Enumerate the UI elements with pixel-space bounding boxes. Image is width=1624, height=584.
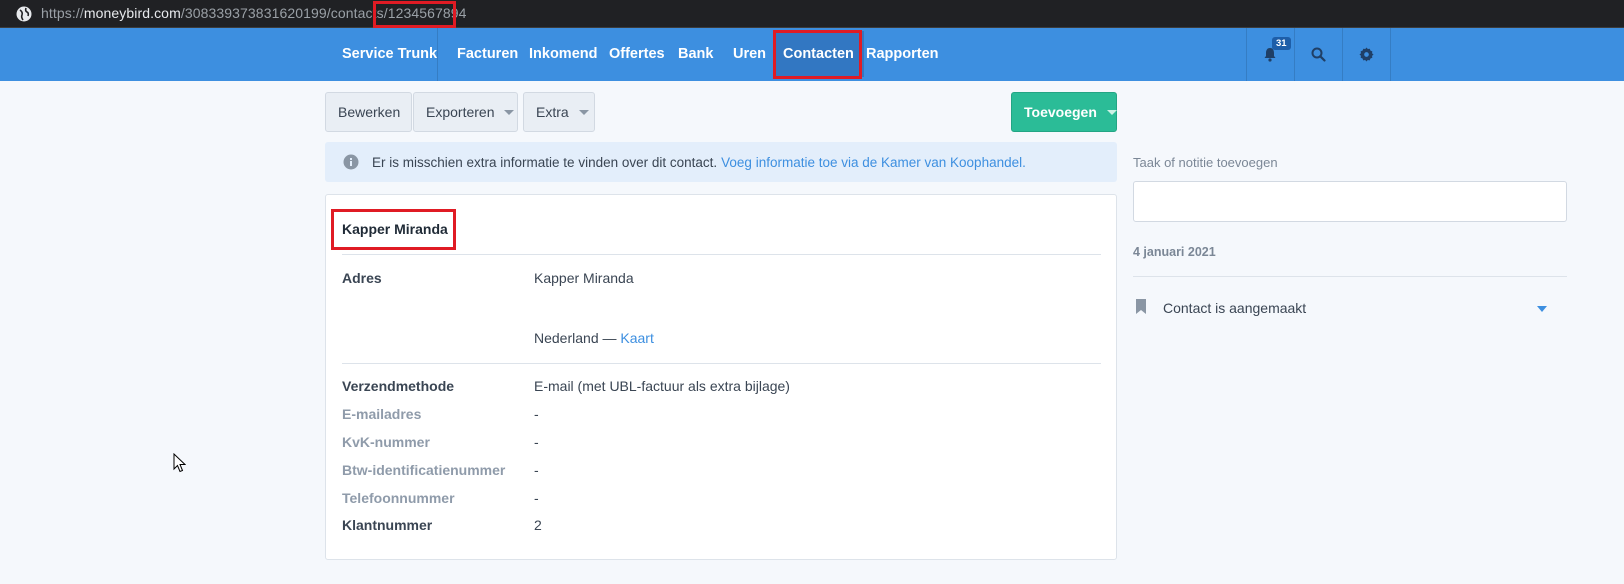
timeline-event[interactable]: Contact is aangemaakt [1133, 298, 1567, 320]
globe-icon [16, 6, 32, 22]
extra-label: Extra [536, 104, 569, 120]
export-label: Exporteren [426, 104, 495, 120]
nav-inkomend[interactable]: Inkomend [529, 28, 597, 81]
nav-bank[interactable]: Bank [678, 28, 713, 81]
gear-icon [1358, 47, 1374, 62]
note-input-label: Taak of notitie toevoegen [1133, 155, 1278, 170]
notification-badge: 31 [1272, 37, 1291, 50]
field-label-btw: Btw-identificatienummer [342, 462, 506, 478]
bookmark-icon [1136, 299, 1146, 314]
timeline-date: 4 januari 2021 [1133, 245, 1216, 259]
caret-down-icon [504, 109, 515, 115]
search-button[interactable] [1294, 28, 1342, 81]
divider [1133, 276, 1567, 277]
url-scheme: https:// [41, 5, 84, 21]
address-country: Nederland — Kaart [534, 330, 654, 346]
field-label-kvk: KvK-nummer [342, 434, 430, 450]
notifications-button[interactable]: 31 [1246, 28, 1294, 81]
address-label: Adres [342, 270, 382, 286]
nav-uren[interactable]: Uren [733, 28, 766, 81]
expand-caret-icon[interactable] [1537, 306, 1547, 312]
field-label-telefoon: Telefoonnummer [342, 490, 455, 506]
kvk-info-alert: Er is misschien extra informatie te vind… [325, 142, 1117, 182]
divider [342, 254, 1101, 255]
mouse-cursor-icon [173, 453, 186, 473]
nav-contacten[interactable]: Contacten [773, 31, 864, 77]
navbar-divider [1390, 28, 1391, 81]
url-text: https://moneybird.com/308339373831620199… [41, 5, 467, 21]
nav-offertes[interactable]: Offertes [609, 28, 665, 81]
edit-button[interactable]: Bewerken [325, 92, 412, 132]
address-line-1: Kapper Miranda [534, 270, 634, 286]
navbar-divider [437, 28, 438, 81]
top-navbar: Service Trunk Facturen Inkomend Offertes… [0, 28, 1624, 81]
nav-facturen[interactable]: Facturen [457, 28, 518, 81]
field-value-kvk: - [534, 434, 539, 450]
note-input[interactable] [1133, 181, 1567, 222]
caret-down-icon [578, 109, 589, 115]
divider [342, 363, 1101, 364]
field-label-verzendmethode: Verzendmethode [342, 378, 455, 394]
field-value-telefoon: - [534, 490, 539, 506]
nav-rapporten[interactable]: Rapporten [866, 28, 939, 81]
caret-down-icon [1106, 109, 1117, 115]
field-value-btw: - [534, 462, 539, 478]
field-value-verzendmethode: E-mail (met UBL-factuur als extra bijlag… [534, 378, 790, 394]
extra-dropdown[interactable]: Extra [523, 92, 595, 132]
field-label-klantnummer: Klantnummer [342, 517, 433, 533]
field-value-klantnummer: 2 [534, 517, 542, 533]
add-label: Toevoegen [1024, 104, 1097, 120]
info-icon [343, 154, 359, 170]
edit-label: Bewerken [338, 104, 401, 120]
contact-details-card: Kapper Miranda Adres Kapper Miranda Nede… [325, 194, 1117, 560]
url-contact-id: 1234567894 [387, 5, 467, 21]
kvk-link[interactable]: Voeg informatie toe via de Kamer van Koo… [721, 155, 1026, 170]
add-dropdown-button[interactable]: Toevoegen [1011, 92, 1117, 132]
export-dropdown[interactable]: Exporteren [413, 92, 518, 132]
company-name[interactable]: Service Trunk [342, 28, 437, 81]
settings-button[interactable] [1342, 28, 1390, 81]
map-link[interactable]: Kaart [620, 330, 653, 346]
contact-name: Kapper Miranda [342, 221, 448, 237]
field-label-email: E-mailadres [342, 406, 422, 422]
url-path: /308339373831620199/contacts/ [180, 5, 388, 21]
alert-text: Er is misschien extra informatie te vind… [372, 154, 718, 170]
timeline-event-text: Contact is aangemaakt [1163, 300, 1307, 316]
country-name: Nederland — [534, 330, 617, 346]
field-value-email: - [534, 406, 539, 422]
url-host: moneybird.com [83, 5, 181, 21]
browser-address-bar[interactable]: https://moneybird.com/308339373831620199… [0, 0, 1624, 28]
search-icon [1311, 47, 1326, 62]
